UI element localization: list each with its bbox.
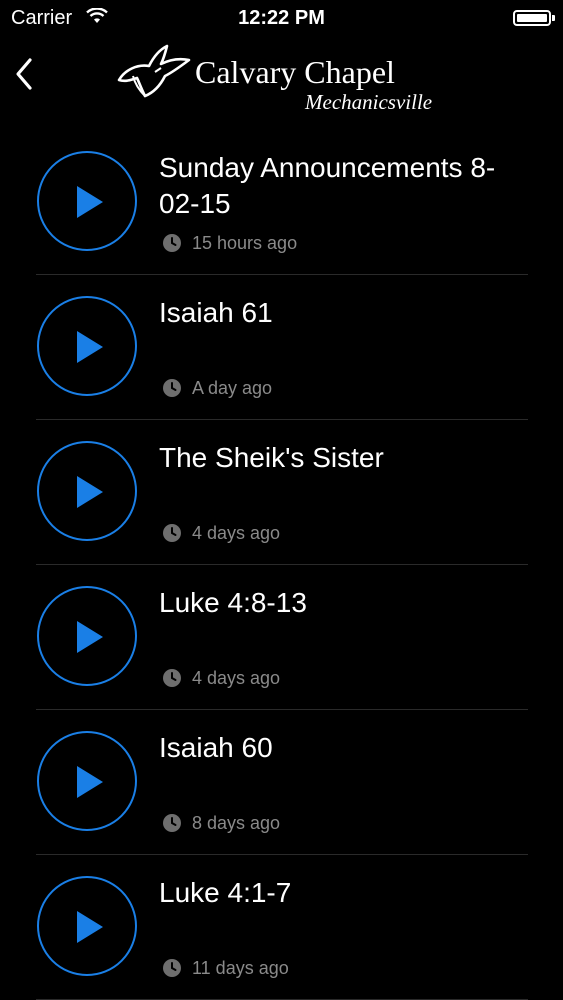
- back-button[interactable]: [8, 52, 44, 96]
- clock-icon: [163, 524, 181, 542]
- list-item[interactable]: The Sheik's Sister 4 days ago: [0, 420, 563, 565]
- list-item[interactable]: Luke 4:1-7 11 days ago: [0, 855, 563, 1000]
- item-time-ago: A day ago: [192, 378, 273, 398]
- status-bar: Carrier 12:22 PM: [0, 0, 563, 38]
- item-time-ago: 15 hours ago: [192, 233, 298, 253]
- list-item[interactable]: Isaiah 61 A day ago: [0, 275, 563, 420]
- play-button[interactable]: [37, 441, 137, 541]
- item-time-ago: 4 days ago: [192, 523, 281, 543]
- nav-bar: Calvary Chapel Mechanicsville: [0, 38, 563, 118]
- list-item[interactable]: Isaiah 60 8 days ago: [0, 710, 563, 855]
- list-item[interactable]: Sunday Announcements 8-02-15 15 hours ag…: [0, 130, 563, 275]
- battery-icon: [513, 10, 551, 26]
- item-title: Luke 4:1-7: [159, 877, 292, 908]
- clock-icon: [163, 814, 181, 832]
- list-item[interactable]: Luke 4:8-13 4 days ago: [0, 565, 563, 710]
- item-title: Sunday Announcements 8-02-15: [159, 152, 496, 219]
- church-logo: Calvary Chapel Mechanicsville: [115, 40, 455, 116]
- dove-icon: [117, 44, 191, 98]
- play-icon: [77, 621, 103, 653]
- item-title: The Sheik's Sister: [159, 442, 384, 473]
- play-button[interactable]: [37, 876, 137, 976]
- chevron-left-icon: [16, 58, 32, 90]
- play-button[interactable]: [37, 586, 137, 686]
- play-button[interactable]: [37, 151, 137, 251]
- play-button[interactable]: [37, 296, 137, 396]
- item-title: Isaiah 60: [159, 732, 273, 763]
- play-icon: [77, 476, 103, 508]
- play-icon: [77, 911, 103, 943]
- clock-icon: [163, 234, 181, 252]
- sermon-list: Sunday Announcements 8-02-15 15 hours ag…: [0, 130, 563, 1000]
- battery-tip: [552, 15, 555, 21]
- item-time-ago: 8 days ago: [192, 813, 281, 833]
- play-icon: [77, 331, 103, 363]
- logo-subtitle: Mechanicsville: [305, 90, 433, 114]
- play-button[interactable]: [37, 731, 137, 831]
- item-time-ago: 4 days ago: [192, 668, 281, 688]
- status-time: 12:22 PM: [238, 7, 325, 29]
- play-icon: [77, 766, 103, 798]
- logo-title: Calvary Chapel: [195, 54, 395, 90]
- clock-icon: [163, 669, 181, 687]
- play-icon: [77, 186, 103, 218]
- item-time-ago: 11 days ago: [192, 958, 289, 978]
- item-title: Isaiah 61: [159, 297, 273, 328]
- item-title: Luke 4:8-13: [159, 587, 307, 618]
- clock-icon: [163, 379, 181, 397]
- clock-icon: [163, 959, 181, 977]
